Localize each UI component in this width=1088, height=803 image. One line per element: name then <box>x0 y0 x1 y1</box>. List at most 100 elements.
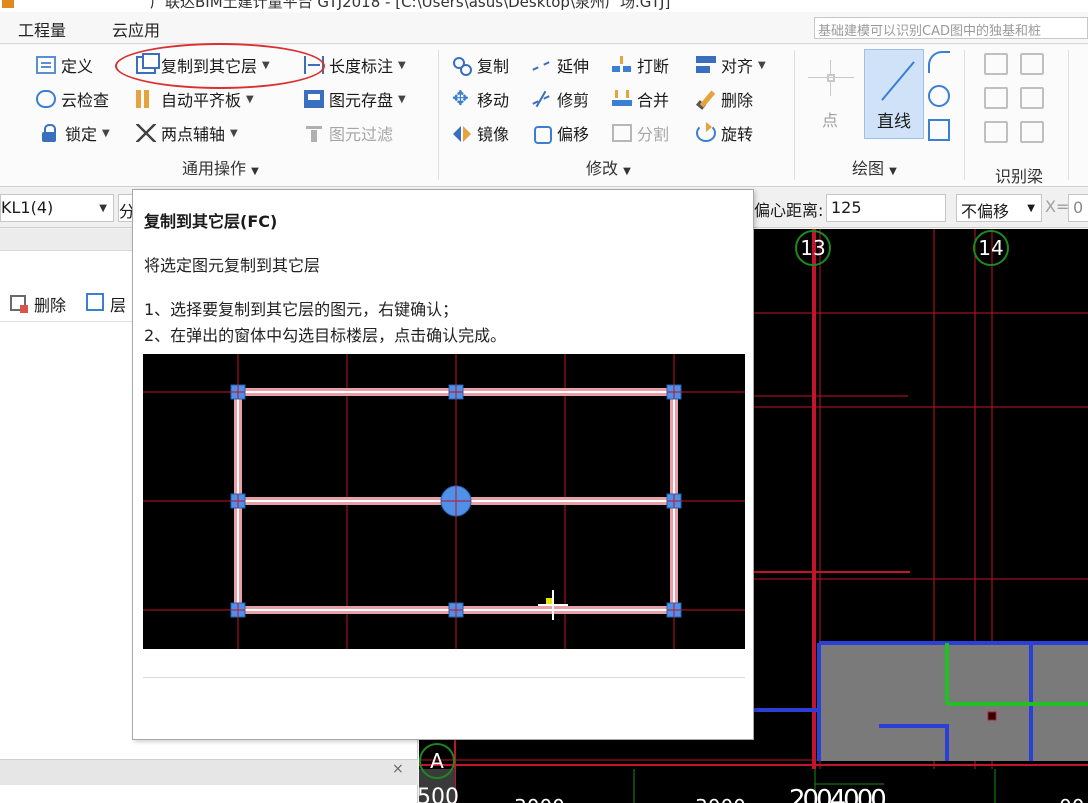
x-label: X= <box>1045 197 1070 216</box>
break-button[interactable]: 打断 <box>612 51 669 79</box>
cursor-icon <box>538 590 568 620</box>
offset-distance-input[interactable]: 125 <box>826 194 946 222</box>
close-icon[interactable]: × <box>392 761 404 777</box>
secondary-select[interactable]: 分 <box>118 194 132 222</box>
tooltip-copy-to-other-layers: 复制到其它层(FC) 将选定图元复制到其它层 1、选择要复制到其它层的图元，右键… <box>132 189 754 740</box>
ribbon: 定义 复制到其它层 ▼ 长度标注 ▼ 云检查 自动平齐板 ▼ 图元存盘 ▼ 锁定… <box>0 45 1088 187</box>
trim-icon <box>532 90 552 108</box>
window-title: 广联达BIM土建计量平台 GTJ2018 - [C:\Users\asus\De… <box>150 0 671 11</box>
recognize-beam-icon[interactable] <box>1020 53 1044 75</box>
layer-icon[interactable] <box>86 293 104 311</box>
group-label-draw[interactable]: 绘图 ▼ <box>852 155 897 179</box>
extend-button[interactable]: 延伸 <box>532 51 589 79</box>
rectangle-icon[interactable] <box>928 119 950 141</box>
recognize-beam-icon[interactable] <box>1020 121 1044 143</box>
chevron-down-icon: ▼ <box>102 127 110 139</box>
chevron-down-icon: ▼ <box>230 127 238 139</box>
lock-button[interactable]: 锁定 ▼ <box>40 119 110 147</box>
auto-align-slab-button[interactable]: 自动平齐板 ▼ <box>136 85 254 113</box>
copy-to-other-layers-button[interactable]: 复制到其它层 ▼ <box>136 51 270 79</box>
move-button[interactable]: 移动 <box>452 85 509 113</box>
define-button[interactable]: 定义 <box>36 51 93 79</box>
ribbon-separator <box>1068 50 1069 180</box>
dimension-text: 3000 <box>514 795 565 803</box>
move-icon <box>452 86 472 110</box>
axis-bubble-a: A <box>419 743 455 779</box>
preview-drawing <box>143 354 745 649</box>
tooltip-step: 1、选择要复制到其它层的图元，右键确认； <box>144 300 459 319</box>
offset-label: 偏心距离: <box>754 201 824 220</box>
split-icon <box>612 124 632 142</box>
dimension-text-overlap: 2004000 <box>789 785 887 803</box>
app-icon <box>2 0 14 8</box>
group-label-recognize-beam[interactable]: 识别梁 <box>995 163 1043 187</box>
line-icon <box>881 61 915 101</box>
two-point-axis-button[interactable]: 两点辅轴 ▼ <box>136 119 238 147</box>
element-select[interactable]: KL1(4) ▼ <box>0 194 114 222</box>
offset-icon <box>532 124 552 144</box>
tooltip-divider <box>143 677 745 678</box>
x-coordinate-input[interactable]: 0 <box>1068 194 1088 222</box>
cloud-check-icon <box>36 90 56 108</box>
delete-button[interactable]: 删除 <box>696 85 753 113</box>
cloud-check-button[interactable]: 云检查 <box>36 85 109 113</box>
rotate-button[interactable]: 旋转 <box>696 119 753 147</box>
recognize-beam-icon[interactable] <box>984 121 1008 143</box>
layer-label[interactable]: 层 <box>110 292 130 316</box>
break-icon <box>612 56 632 74</box>
align-icon <box>696 56 716 74</box>
offset-mode-select[interactable]: 不偏移 ▼ <box>956 194 1042 222</box>
extend-icon <box>532 56 552 74</box>
draw-point-button[interactable]: 点 <box>808 60 854 140</box>
chevron-down-icon: ▼ <box>246 93 254 105</box>
delete-icon[interactable] <box>10 295 28 313</box>
recognize-beam-icon[interactable] <box>984 87 1008 109</box>
copy-layers-icon <box>136 53 160 74</box>
recognize-beam-icon[interactable] <box>1020 87 1044 109</box>
mirror-icon <box>452 124 472 142</box>
offset-button[interactable]: 偏移 <box>532 119 589 147</box>
window-titlebar: 广联达BIM土建计量平台 GTJ2018 - [C:\Users\asus\De… <box>0 0 1088 12</box>
point-icon <box>808 60 854 96</box>
delete-label[interactable]: 删除 <box>34 292 66 316</box>
merge-button[interactable]: 合并 <box>612 85 669 113</box>
tooltip-description: 将选定图元复制到其它层 <box>144 256 321 275</box>
align-button[interactable]: 对齐 ▼ <box>696 51 766 79</box>
merge-icon <box>612 90 632 108</box>
length-dimension-icon <box>304 56 324 74</box>
define-icon <box>36 56 56 74</box>
ribbon-separator <box>964 50 965 180</box>
chevron-down-icon: ▼ <box>262 59 270 71</box>
auto-align-slab-icon <box>136 90 156 108</box>
mirror-button[interactable]: 镜像 <box>452 119 509 147</box>
circle-icon[interactable] <box>928 85 950 107</box>
tooltip-title: 复制到其它层(FC) <box>144 212 278 231</box>
search-input[interactable]: 基础建模可以识别CAD图中的独基和桩 <box>814 17 1088 39</box>
element-filter-button[interactable]: 图元过滤 <box>304 119 393 147</box>
arc-icon[interactable] <box>928 51 950 73</box>
copy-icon <box>452 56 472 76</box>
delete-icon <box>696 90 716 108</box>
panel-bottom-header <box>0 759 418 785</box>
dimension-text: 3000 <box>695 795 746 803</box>
tooltip-preview-image <box>143 354 745 649</box>
element-save-button[interactable]: 图元存盘 ▼ <box>304 85 406 113</box>
split-button[interactable]: 分割 <box>612 119 669 147</box>
tooltip-step: 2、在弹出的窗体中勾选目标楼层，点击确认完成。 <box>144 326 507 345</box>
group-label-general-ops[interactable]: 通用操作 ▼ <box>182 155 259 179</box>
chevron-down-icon: ▼ <box>758 59 766 71</box>
tab-quantities[interactable]: 工程量 <box>18 17 66 41</box>
trim-button[interactable]: 修剪 <box>532 85 589 113</box>
draw-line-button[interactable]: 直线 <box>864 49 924 139</box>
recognize-beam-icon[interactable] <box>984 53 1008 75</box>
group-label-modify[interactable]: 修改 ▼ <box>586 155 631 179</box>
dimension-text: 500 <box>419 785 459 803</box>
ribbon-separator <box>794 50 795 180</box>
copy-button[interactable]: 复制 <box>452 51 509 79</box>
chevron-down-icon: ▼ <box>398 93 406 105</box>
tab-cloud-apps[interactable]: 云应用 <box>112 17 160 41</box>
two-point-axis-icon <box>136 124 156 142</box>
length-dimension-button[interactable]: 长度标注 ▼ <box>304 51 406 79</box>
axis-bubble-13: 13 <box>795 230 831 266</box>
chevron-down-icon: ▼ <box>398 59 406 71</box>
